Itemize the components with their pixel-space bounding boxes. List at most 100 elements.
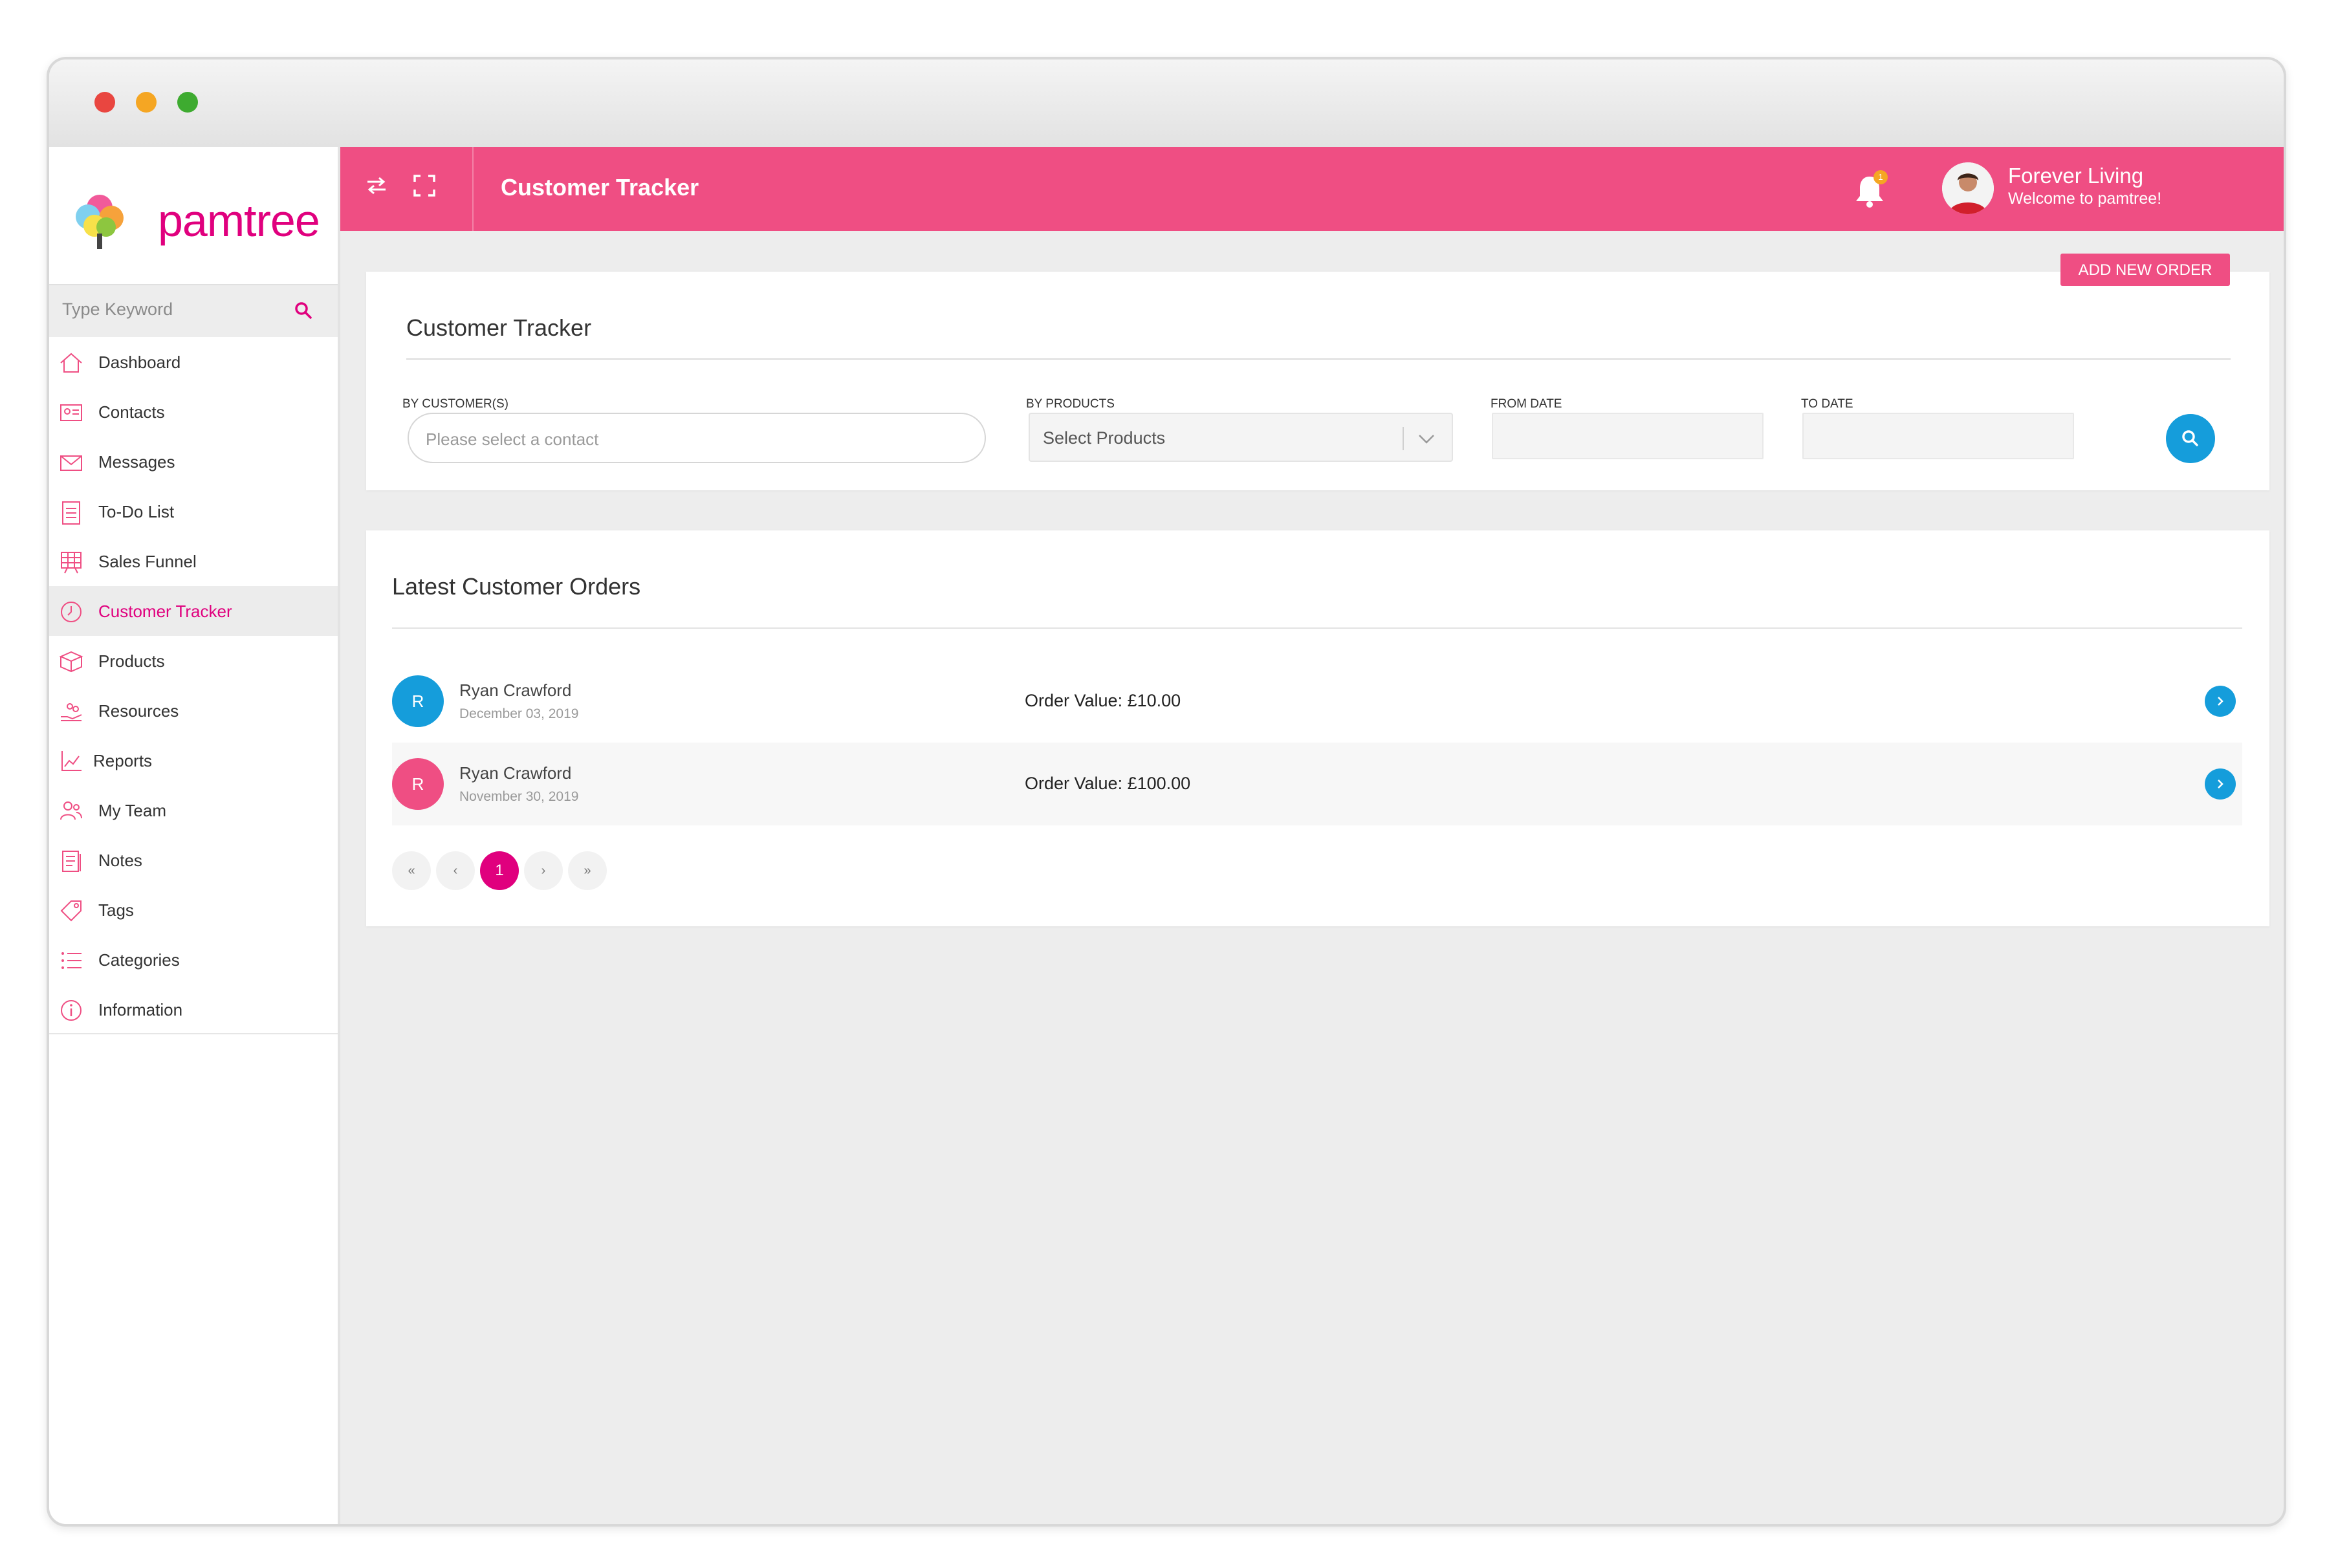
sidebar-item-label: Resources [98, 701, 179, 721]
clock-icon [61, 602, 82, 622]
swap-arrows-icon[interactable] [364, 173, 389, 199]
customer-avatar: R [392, 758, 444, 810]
sidebar-item-reports[interactable]: Reports [49, 735, 338, 785]
sidebar-search[interactable]: Type Keyword [49, 284, 338, 337]
sidebar-item-label: Customer Tracker [98, 602, 232, 621]
window-minimize-dot[interactable] [136, 92, 157, 113]
contact-card-icon [60, 404, 82, 421]
pagination-next[interactable]: › [524, 851, 563, 890]
add-new-order-button[interactable]: ADD NEW ORDER [2060, 254, 2230, 286]
table-row[interactable]: R Ryan Crawford December 03, 2019 Order … [392, 660, 2242, 743]
sidebar-search-placeholder: Type Keyword [62, 299, 173, 319]
sidebar-item-dashboard[interactable]: Dashboard [49, 337, 338, 387]
sidebar-item-products[interactable]: Products [49, 636, 338, 686]
pagination-page[interactable]: 1 [480, 851, 519, 890]
user-welcome: Welcome to pamtree! [2008, 190, 2162, 208]
fullscreen-icon[interactable] [411, 173, 437, 199]
chevron-down-icon[interactable] [1417, 430, 1436, 448]
sidebar-item-sales-funnel[interactable]: Sales Funnel [49, 536, 338, 586]
window-titlebar [49, 60, 2284, 147]
sidebar-item-label: Notes [98, 851, 142, 870]
home-icon [60, 353, 82, 373]
products-select-placeholder: Select Products [1043, 428, 1166, 448]
pagination-first[interactable]: « [392, 851, 431, 890]
window-close-dot[interactable] [94, 92, 115, 113]
customer-name: Ryan Crawford [459, 681, 572, 700]
sidebar-item-messages[interactable]: Messages [49, 437, 338, 486]
from-date-label: FROM DATE [1491, 397, 1562, 411]
search-icon[interactable] [294, 301, 313, 320]
box-icon [59, 651, 83, 673]
info-icon [61, 1000, 82, 1021]
sidebar-item-notes[interactable]: Notes [49, 835, 338, 885]
order-value: Order Value: £100.00 [1025, 774, 1191, 793]
user-name[interactable]: Forever Living [2008, 164, 2143, 188]
select-separator [1403, 427, 1404, 450]
to-date-label: TO DATE [1801, 397, 1853, 411]
notes-icon [62, 851, 81, 872]
sidebar-item-customer-tracker[interactable]: Customer Tracker [49, 586, 338, 636]
funnel-icon [61, 552, 82, 574]
pamtree-logo[interactable]: pamtree [69, 188, 320, 253]
customer-avatar: R [392, 675, 444, 727]
open-order-button[interactable] [2205, 768, 2236, 800]
customer-name: Ryan Crawford [459, 763, 572, 783]
orders-card-divider [392, 627, 2242, 629]
chart-icon [61, 751, 82, 771]
customer-filter-label: BY CUSTOMER(S) [402, 397, 508, 411]
sidebar-item-label: Contacts [98, 402, 165, 422]
brand-name: pamtree [158, 195, 320, 246]
customer-select-input[interactable]: Please select a contact [408, 413, 986, 463]
sidebar-item-my-team[interactable]: My Team [49, 785, 338, 835]
sidebar-item-label: Products [98, 651, 165, 671]
envelope-icon [60, 455, 82, 471]
pagination-last[interactable]: » [568, 851, 607, 890]
from-date-input[interactable] [1492, 413, 1764, 459]
page-title: Customer Tracker [501, 174, 699, 201]
sidebar-item-contacts[interactable]: Contacts [49, 387, 338, 437]
header-divider [472, 147, 474, 231]
sidebar-item-label: Sales Funnel [98, 552, 197, 571]
sidebar-item-tags[interactable]: Tags [49, 885, 338, 935]
avatar[interactable] [1942, 162, 1994, 214]
sidebar-item-label: My Team [98, 801, 166, 820]
table-row[interactable]: R Ryan Crawford November 30, 2019 Order … [392, 743, 2242, 825]
pagination-prev[interactable]: ‹ [436, 851, 475, 890]
filter-search-button[interactable] [2166, 414, 2215, 463]
clipboard-icon [62, 501, 80, 525]
sidebar-item-label: Tags [98, 900, 134, 920]
filter-card: Customer Tracker BY CUSTOMER(S) Please s… [366, 272, 2269, 490]
chevron-right-icon [2218, 779, 2223, 789]
sidebar-item-label: Dashboard [98, 353, 181, 372]
sidebar-item-label: Information [98, 1000, 183, 1019]
sidebar-item-label: Messages [98, 452, 175, 472]
open-order-button[interactable] [2205, 686, 2236, 717]
products-filter-label: BY PRODUCTS [1026, 397, 1115, 411]
window-maximize-dot[interactable] [177, 92, 198, 113]
sidebar-item-todo[interactable]: To-Do List [49, 486, 338, 536]
order-date: November 30, 2019 [459, 789, 579, 804]
sidebar-item-resources[interactable]: Resources [49, 686, 338, 735]
sidebar-item-categories[interactable]: Categories [49, 935, 338, 985]
orders-card-title: Latest Customer Orders [392, 573, 641, 600]
to-date-input[interactable] [1802, 413, 2074, 459]
chevron-right-icon [2218, 697, 2223, 706]
sidebar-item-label: To-Do List [98, 502, 175, 521]
sidebar-item-label: Categories [98, 950, 180, 970]
sidebar-nav: Dashboard Contacts Messages To-Do List S… [49, 337, 338, 1034]
top-header: Customer Tracker 1 Forever Living Welcom… [340, 147, 2284, 231]
list-icon [61, 952, 82, 969]
tag-icon [60, 900, 82, 922]
sidebar-item-information[interactable]: Information [49, 985, 338, 1034]
user-photo-icon [1942, 162, 1994, 214]
hand-icon [61, 703, 82, 721]
order-date: December 03, 2019 [459, 706, 579, 721]
customer-select-placeholder: Please select a contact [426, 430, 599, 449]
browser-window: pamtree Type Keyword Dashboard Contacts … [47, 57, 2286, 1527]
filter-card-divider [406, 358, 2231, 360]
sidebar-item-label: Reports [93, 751, 153, 770]
filter-card-title: Customer Tracker [406, 314, 592, 341]
notification-badge: 1 [1874, 170, 1888, 184]
sidebar: pamtree Type Keyword Dashboard Contacts … [49, 147, 340, 1524]
products-select[interactable]: Select Products [1029, 413, 1453, 462]
